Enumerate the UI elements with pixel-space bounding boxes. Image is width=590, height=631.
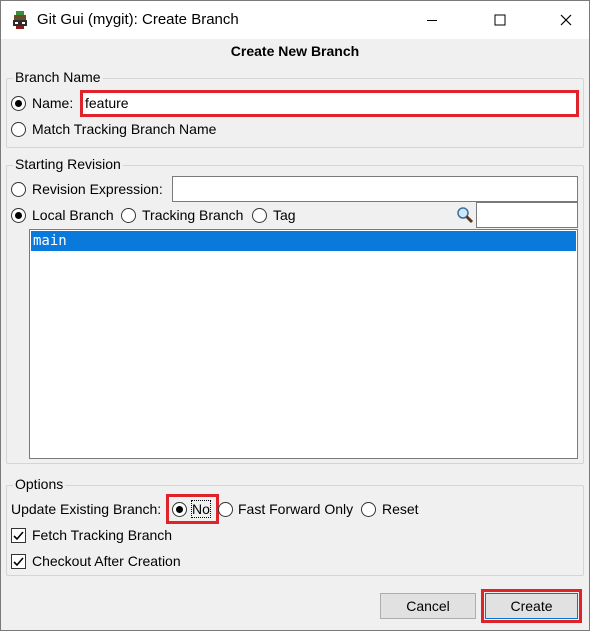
update-no-label[interactable]: No	[191, 500, 211, 518]
search-icon	[457, 207, 474, 224]
revision-expression-label[interactable]: Revision Expression:	[32, 181, 163, 197]
branch-list[interactable]: main	[29, 229, 578, 459]
reset-radio[interactable]	[361, 502, 376, 517]
fast-forward-radio[interactable]	[218, 502, 233, 517]
revision-expression-input[interactable]	[172, 176, 578, 202]
reset-label[interactable]: Reset	[382, 501, 419, 517]
create-button[interactable]: Create	[485, 593, 578, 619]
revision-expression-radio[interactable]	[11, 182, 26, 197]
checkmark-icon	[13, 531, 24, 541]
close-button[interactable]	[543, 1, 589, 39]
branch-filter-input[interactable]	[476, 202, 578, 228]
git-gui-app-icon	[13, 11, 27, 29]
tag-label[interactable]: Tag	[273, 207, 296, 223]
maximize-icon	[494, 14, 506, 26]
fetch-tracking-checkbox[interactable]	[11, 528, 26, 543]
minimize-button[interactable]	[409, 1, 455, 39]
local-branch-radio[interactable]	[11, 208, 26, 223]
options-group-label: Options	[13, 476, 66, 492]
checkout-after-creation-checkbox[interactable]	[11, 554, 26, 569]
match-tracking-radio[interactable]	[11, 122, 26, 137]
name-radio-label[interactable]: Name:	[32, 95, 73, 111]
maximize-button[interactable]	[477, 1, 523, 39]
tracking-branch-label[interactable]: Tracking Branch	[142, 207, 243, 223]
branch-name-group-label: Branch Name	[13, 69, 103, 85]
tracking-branch-radio[interactable]	[121, 208, 136, 223]
name-radio[interactable]	[11, 96, 26, 111]
cancel-button[interactable]: Cancel	[380, 593, 476, 619]
branch-name-input[interactable]: feature	[83, 93, 576, 114]
local-branch-label[interactable]: Local Branch	[32, 207, 114, 223]
create-branch-dialog: Git Gui (mygit): Create Branch Create Ne…	[0, 0, 590, 631]
fast-forward-label[interactable]: Fast Forward Only	[238, 501, 353, 517]
minimize-icon	[427, 20, 437, 21]
title-bar[interactable]: Git Gui (mygit): Create Branch	[1, 1, 589, 39]
window-title: Git Gui (mygit): Create Branch	[37, 11, 239, 28]
update-existing-label: Update Existing Branch:	[11, 501, 162, 517]
close-icon	[560, 14, 572, 26]
fetch-tracking-label[interactable]: Fetch Tracking Branch	[32, 527, 172, 543]
list-item[interactable]: main	[31, 231, 576, 251]
checkmark-icon	[13, 557, 24, 567]
match-tracking-label[interactable]: Match Tracking Branch Name	[32, 121, 216, 137]
update-no-radio[interactable]	[172, 502, 187, 517]
dialog-heading: Create New Branch	[230, 43, 360, 59]
tag-radio[interactable]	[252, 208, 267, 223]
checkout-after-creation-label[interactable]: Checkout After Creation	[32, 553, 181, 569]
starting-revision-group-label: Starting Revision	[13, 156, 123, 172]
